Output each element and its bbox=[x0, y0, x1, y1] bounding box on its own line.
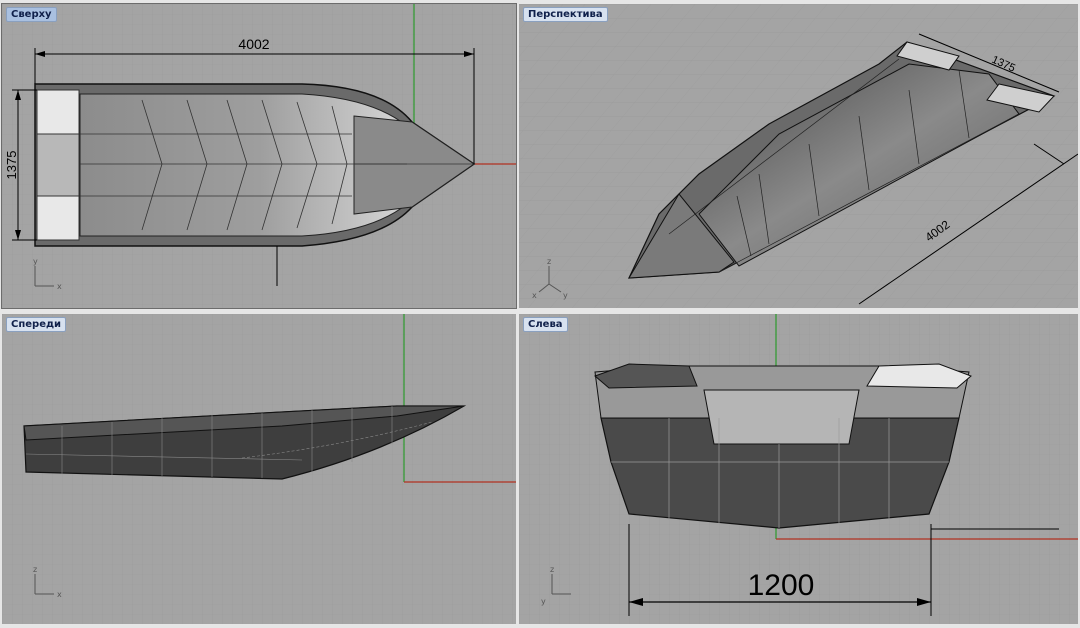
viewport-title-front[interactable]: Спереди bbox=[6, 317, 67, 332]
viewport-left[interactable]: 1200 z y Слева bbox=[519, 314, 1078, 624]
viewport-perspective[interactable]: 1375 4002 z x y Перспектива bbox=[519, 4, 1078, 308]
svg-text:x: x bbox=[57, 282, 62, 291]
viewport-top[interactable]: 4002 1375 y x Сверху bbox=[1, 3, 517, 309]
rear-seat-left bbox=[36, 89, 80, 135]
rhino-viewports-window: 4002 1375 y x Сверху 1375 4002 z x y Пер… bbox=[0, 0, 1080, 628]
viewport-title-top[interactable]: Сверху bbox=[6, 7, 57, 22]
viewport-perspective-canvas: 1375 4002 z x y bbox=[519, 4, 1078, 308]
svg-text:z: z bbox=[550, 565, 554, 574]
dim-width-label: 1375 bbox=[4, 151, 19, 180]
svg-text:y: y bbox=[541, 597, 546, 606]
svg-text:x: x bbox=[532, 291, 537, 300]
dim-width-label-left: 1200 bbox=[748, 569, 815, 602]
rear-seat-right bbox=[36, 195, 80, 241]
svg-text:y: y bbox=[33, 257, 38, 266]
svg-text:x: x bbox=[57, 590, 62, 599]
viewport-top-canvas: 4002 1375 y x bbox=[2, 4, 516, 308]
viewport-title-left[interactable]: Слева bbox=[523, 317, 568, 332]
well-left bbox=[703, 389, 860, 445]
rear-center bbox=[36, 133, 80, 197]
dim-length-label: 4002 bbox=[238, 36, 269, 52]
svg-text:z: z bbox=[547, 257, 551, 266]
svg-text:y: y bbox=[563, 291, 568, 300]
viewport-title-perspective[interactable]: Перспектива bbox=[523, 7, 608, 22]
viewport-front-canvas: z x bbox=[2, 314, 516, 624]
viewport-front[interactable]: z x Спереди bbox=[2, 314, 516, 624]
svg-text:z: z bbox=[33, 565, 37, 574]
viewport-left-canvas: 1200 z y bbox=[519, 314, 1078, 624]
